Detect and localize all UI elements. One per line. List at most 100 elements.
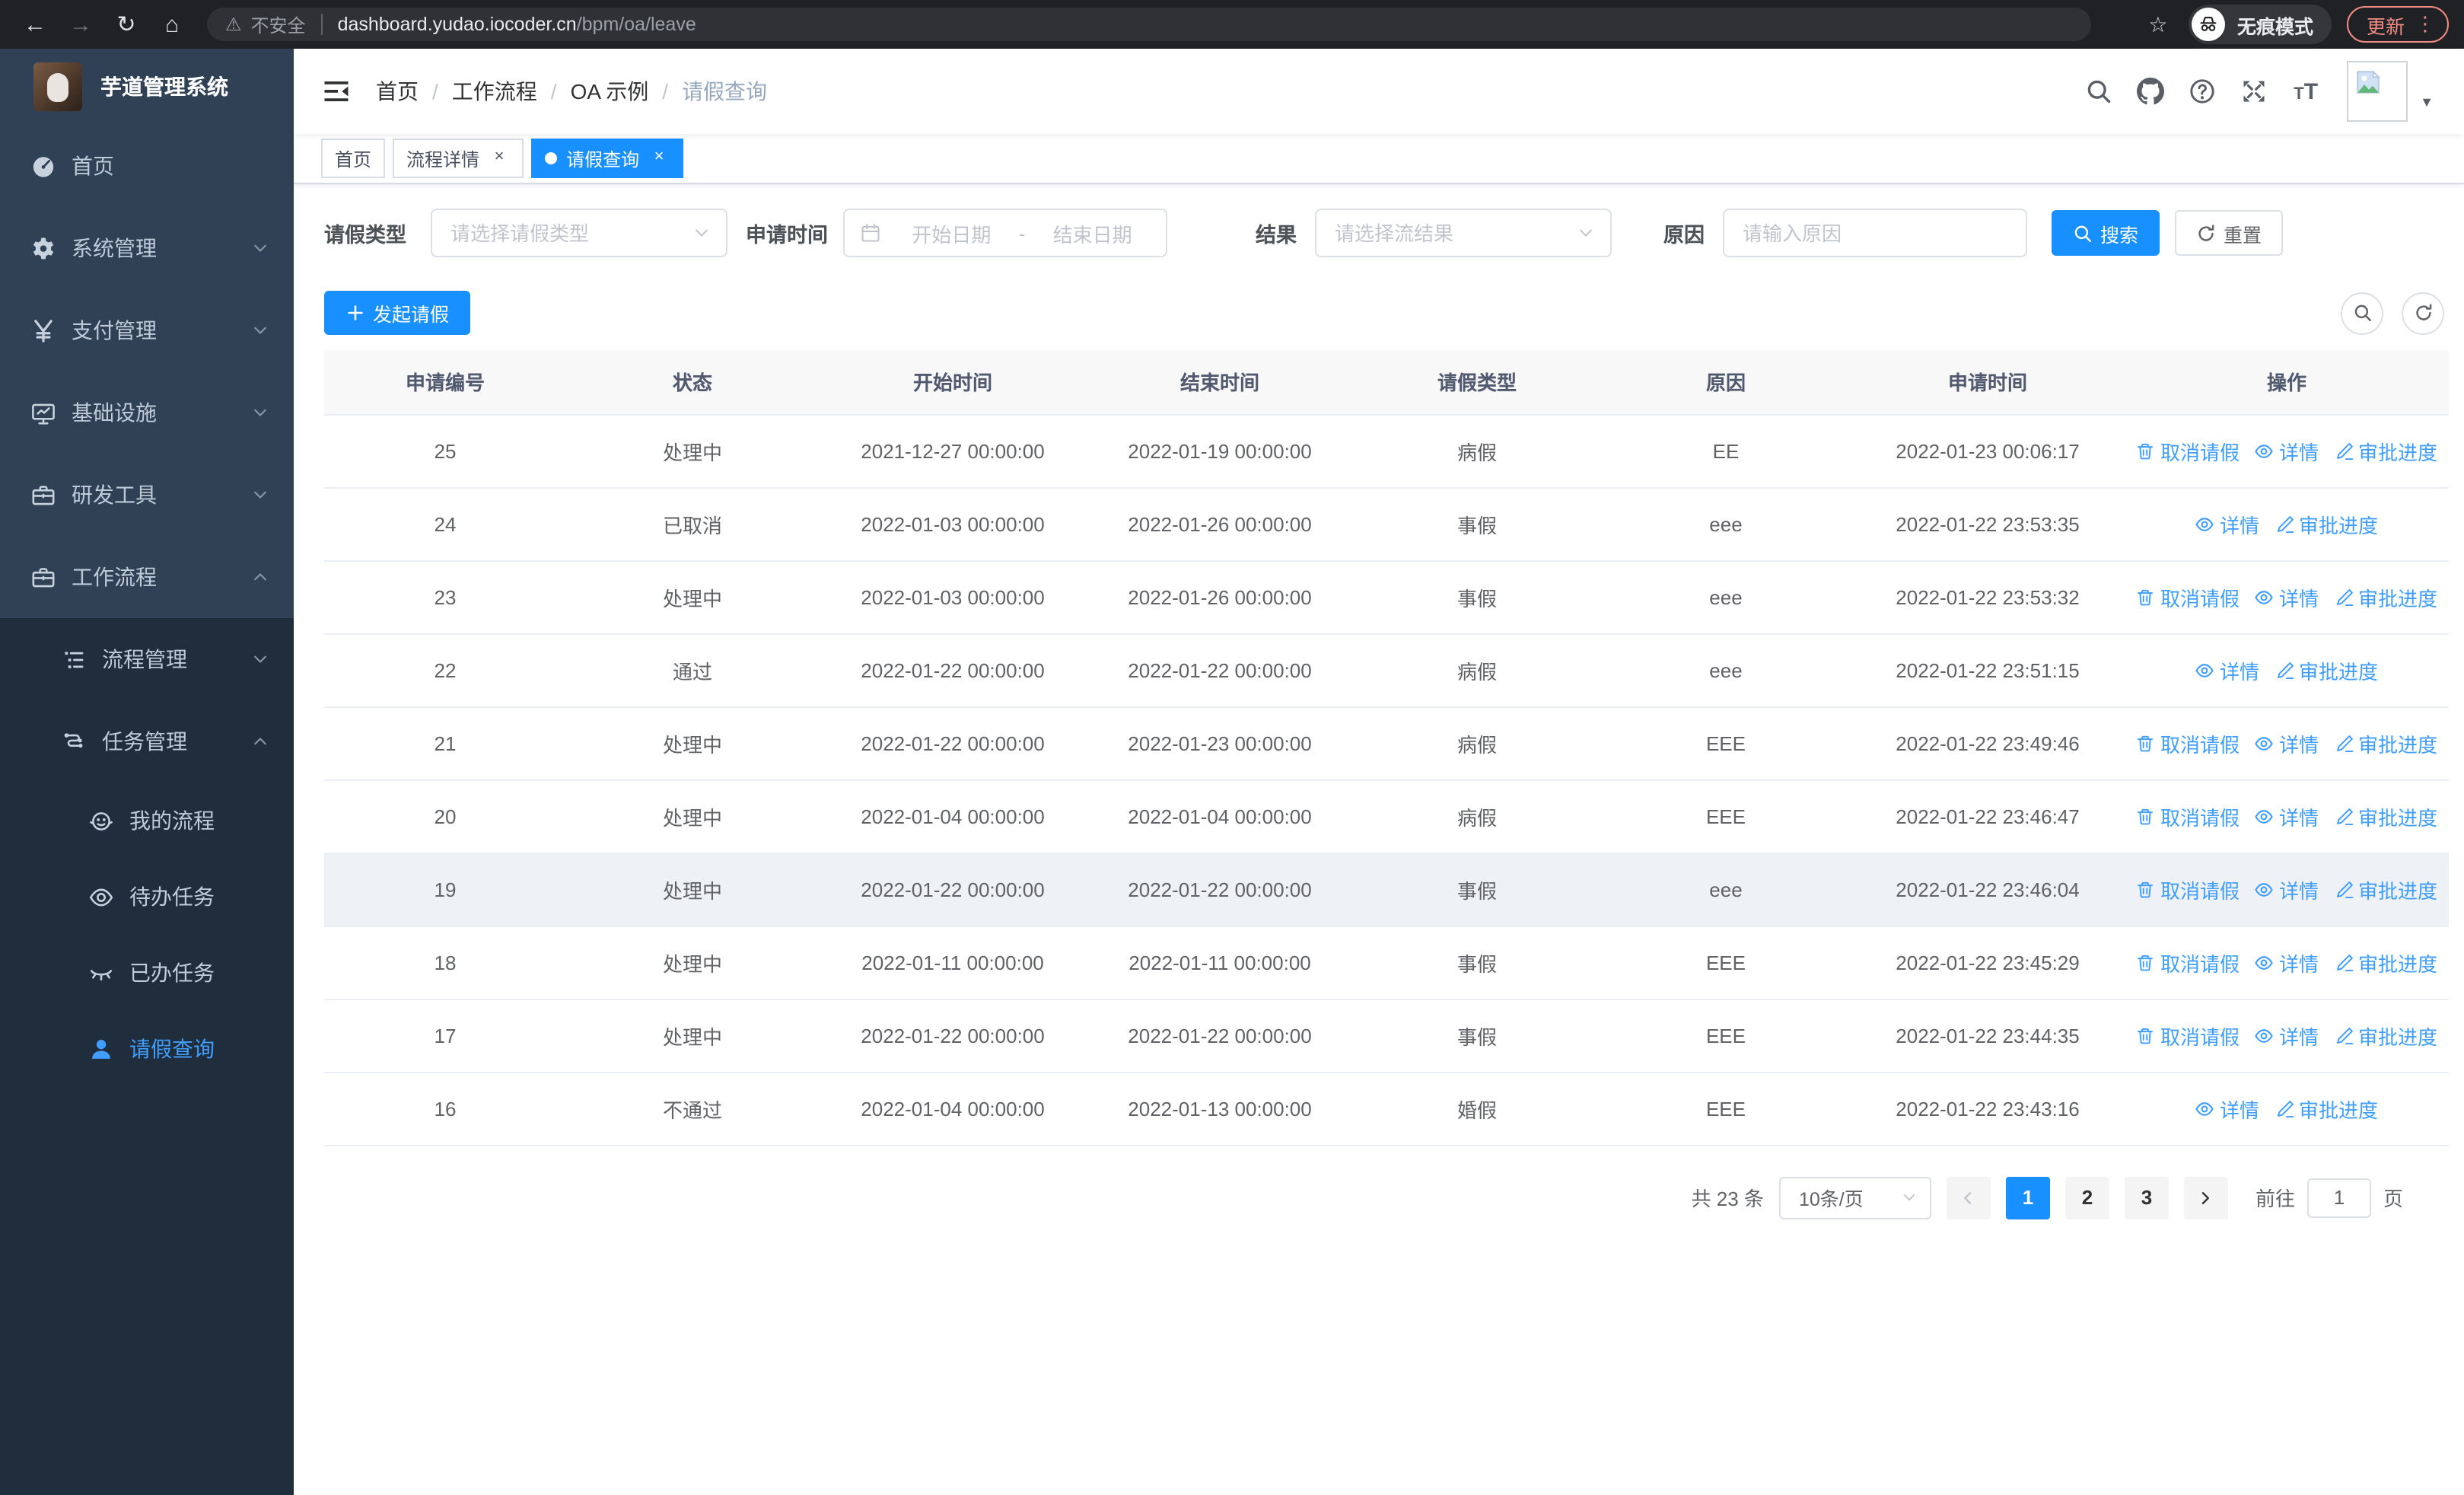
reason-input[interactable] bbox=[1740, 220, 2010, 246]
search-form: 请假类型 申请时间 开始日期 - 结束日期 结果 bbox=[324, 209, 2449, 257]
github-icon[interactable] bbox=[2125, 65, 2176, 117]
refresh-icon bbox=[2196, 223, 2216, 243]
leave-type-select[interactable] bbox=[431, 209, 727, 257]
breadcrumb-item[interactable]: 首页 bbox=[376, 76, 419, 107]
result-select[interactable] bbox=[1315, 209, 1612, 257]
page-size-select[interactable]: 10条/页 bbox=[1778, 1176, 1931, 1219]
browser-menu-icon[interactable]: ⋮ bbox=[2415, 12, 2435, 37]
action-detail[interactable]: 详情 bbox=[2255, 948, 2319, 977]
end-date-placeholder[interactable]: 结束日期 bbox=[1034, 218, 1151, 247]
action-progress[interactable]: 审批进度 bbox=[2334, 436, 2437, 465]
sidebar-item-todo-tasks[interactable]: 待办任务 bbox=[0, 859, 294, 935]
col-end-time: 结束时间 bbox=[1087, 350, 1353, 414]
action-cancel[interactable]: 取消请假 bbox=[2136, 802, 2240, 830]
next-page-button[interactable] bbox=[2183, 1176, 2228, 1219]
sidebar-item-process-mgmt[interactable]: 流程管理 bbox=[0, 618, 294, 700]
fullscreen-icon[interactable] bbox=[2228, 65, 2280, 117]
header-search-icon[interactable] bbox=[2073, 65, 2125, 117]
action-detail[interactable]: 详情 bbox=[2255, 875, 2319, 904]
toggle-search-button[interactable] bbox=[2341, 292, 2383, 334]
action-label: 取消请假 bbox=[2160, 441, 2240, 464]
sidebar-item-devtools[interactable]: 研发工具 bbox=[0, 454, 294, 536]
close-icon[interactable]: × bbox=[648, 148, 670, 169]
action-detail[interactable]: 详情 bbox=[2255, 802, 2319, 830]
action-detail[interactable]: 详情 bbox=[2195, 509, 2259, 538]
sidebar-item-system[interactable]: 系统管理 bbox=[0, 207, 294, 289]
app-logo[interactable]: 芋道管理系统 bbox=[0, 49, 294, 125]
create-leave-button[interactable]: 发起请假 bbox=[324, 291, 471, 335]
collapse-sidebar-icon[interactable] bbox=[321, 76, 352, 107]
action-progress[interactable]: 审批进度 bbox=[2275, 509, 2378, 538]
action-progress[interactable]: 审批进度 bbox=[2275, 655, 2378, 684]
action-cancel[interactable]: 取消请假 bbox=[2136, 1021, 2240, 1050]
cell-reason: EEE bbox=[1601, 926, 1851, 999]
reason-field[interactable] bbox=[1723, 209, 2027, 257]
action-cancel[interactable]: 取消请假 bbox=[2136, 436, 2240, 465]
action-progress[interactable]: 审批进度 bbox=[2334, 948, 2437, 977]
action-progress[interactable]: 审批进度 bbox=[2334, 875, 2437, 904]
action-cancel[interactable]: 取消请假 bbox=[2136, 948, 2240, 977]
action-detail[interactable]: 详情 bbox=[2255, 1021, 2319, 1050]
sidebar-item-infra[interactable]: 基础设施 bbox=[0, 371, 294, 454]
tab-home[interactable]: 首页 bbox=[321, 139, 386, 178]
action-detail[interactable]: 详情 bbox=[2255, 728, 2319, 757]
col-reason: 原因 bbox=[1601, 350, 1851, 414]
address-bar[interactable]: ⚠ 不安全 dashboard.yudao.iocoder.cn/bpm/oa/… bbox=[207, 8, 2091, 41]
action-cancel[interactable]: 取消请假 bbox=[2136, 728, 2240, 757]
action-progress[interactable]: 审批进度 bbox=[2334, 728, 2437, 757]
browser-forward-icon[interactable]: → bbox=[61, 5, 100, 44]
incognito-icon bbox=[2191, 8, 2225, 41]
action-progress[interactable]: 审批进度 bbox=[2334, 1021, 2437, 1050]
cell-apply-time: 2022-01-23 00:06:17 bbox=[1851, 413, 2125, 488]
goto-page-input[interactable] bbox=[2306, 1178, 2371, 1217]
action-detail[interactable]: 详情 bbox=[2255, 436, 2319, 465]
sidebar-item-label: 工作流程 bbox=[72, 565, 157, 589]
browser-update-button[interactable]: 更新 ⋮ bbox=[2346, 6, 2449, 43]
incognito-badge: 无痕模式 bbox=[2188, 5, 2332, 44]
action-progress[interactable]: 审批进度 bbox=[2334, 802, 2437, 830]
bookmark-star-icon[interactable]: ☆ bbox=[2140, 11, 2176, 37]
tab-leave-query[interactable]: 请假查询 × bbox=[531, 139, 684, 178]
cell-leave-type: 事假 bbox=[1353, 560, 1601, 634]
breadcrumb-item[interactable]: 工作流程 bbox=[452, 76, 537, 107]
action-progress[interactable]: 审批进度 bbox=[2334, 582, 2437, 611]
table-body: 25 处理中 2021-12-27 00:00:00 2022-01-19 00:00… bbox=[324, 413, 2449, 1146]
breadcrumb-item[interactable]: OA 示例 bbox=[571, 76, 649, 107]
result-input[interactable] bbox=[1332, 220, 1577, 246]
action-detail[interactable]: 详情 bbox=[2195, 655, 2259, 684]
action-cancel[interactable]: 取消请假 bbox=[2136, 582, 2240, 611]
sidebar-item-done-tasks[interactable]: 已办任务 bbox=[0, 935, 294, 1011]
action-detail[interactable]: 详情 bbox=[2195, 1094, 2259, 1123]
tab-process-detail[interactable]: 流程详情 × bbox=[393, 139, 524, 178]
browser-back-icon[interactable]: ← bbox=[15, 5, 55, 44]
action-cancel[interactable]: 取消请假 bbox=[2136, 875, 2240, 904]
leave-type-input[interactable] bbox=[447, 220, 692, 246]
page-3[interactable]: 3 bbox=[2124, 1176, 2169, 1219]
start-date-placeholder[interactable]: 开始日期 bbox=[893, 218, 1010, 247]
reset-button[interactable]: 重置 bbox=[2175, 210, 2284, 256]
prev-page-button[interactable] bbox=[1946, 1176, 1991, 1219]
cell-reason: EEE bbox=[1601, 706, 1851, 780]
action-detail[interactable]: 详情 bbox=[2255, 582, 2319, 611]
sidebar-item-workflow[interactable]: 工作流程 bbox=[0, 536, 294, 618]
browser-home-icon[interactable]: ⌂ bbox=[152, 5, 192, 44]
sidebar-item-leave-query[interactable]: 请假查询 bbox=[0, 1011, 294, 1087]
avatar[interactable] bbox=[2347, 61, 2408, 122]
action-progress[interactable]: 审批进度 bbox=[2275, 1094, 2378, 1123]
page-2[interactable]: 2 bbox=[2064, 1176, 2109, 1219]
font-size-icon[interactable]: TT bbox=[2280, 78, 2332, 104]
sidebar-item-label: 任务管理 bbox=[102, 729, 187, 754]
close-icon[interactable]: × bbox=[489, 148, 510, 169]
help-icon[interactable] bbox=[2176, 65, 2228, 117]
search-button[interactable]: 搜索 bbox=[2052, 210, 2160, 256]
sidebar-item-task-mgmt[interactable]: 任务管理 bbox=[0, 700, 294, 783]
browser-reload-icon[interactable]: ↻ bbox=[107, 5, 146, 44]
sidebar-item-my-process[interactable]: 我的流程 bbox=[0, 783, 294, 859]
refresh-table-button[interactable] bbox=[2402, 292, 2444, 334]
not-secure-icon: ⚠ bbox=[225, 14, 242, 35]
avatar-caret-icon[interactable]: ▼ bbox=[2420, 94, 2434, 110]
sidebar-item-payment[interactable]: 支付管理 bbox=[0, 289, 294, 371]
date-range-picker[interactable]: 开始日期 - 结束日期 bbox=[843, 209, 1167, 257]
sidebar-item-home[interactable]: 首页 bbox=[0, 125, 294, 207]
page-1[interactable]: 1 bbox=[2005, 1176, 2050, 1219]
